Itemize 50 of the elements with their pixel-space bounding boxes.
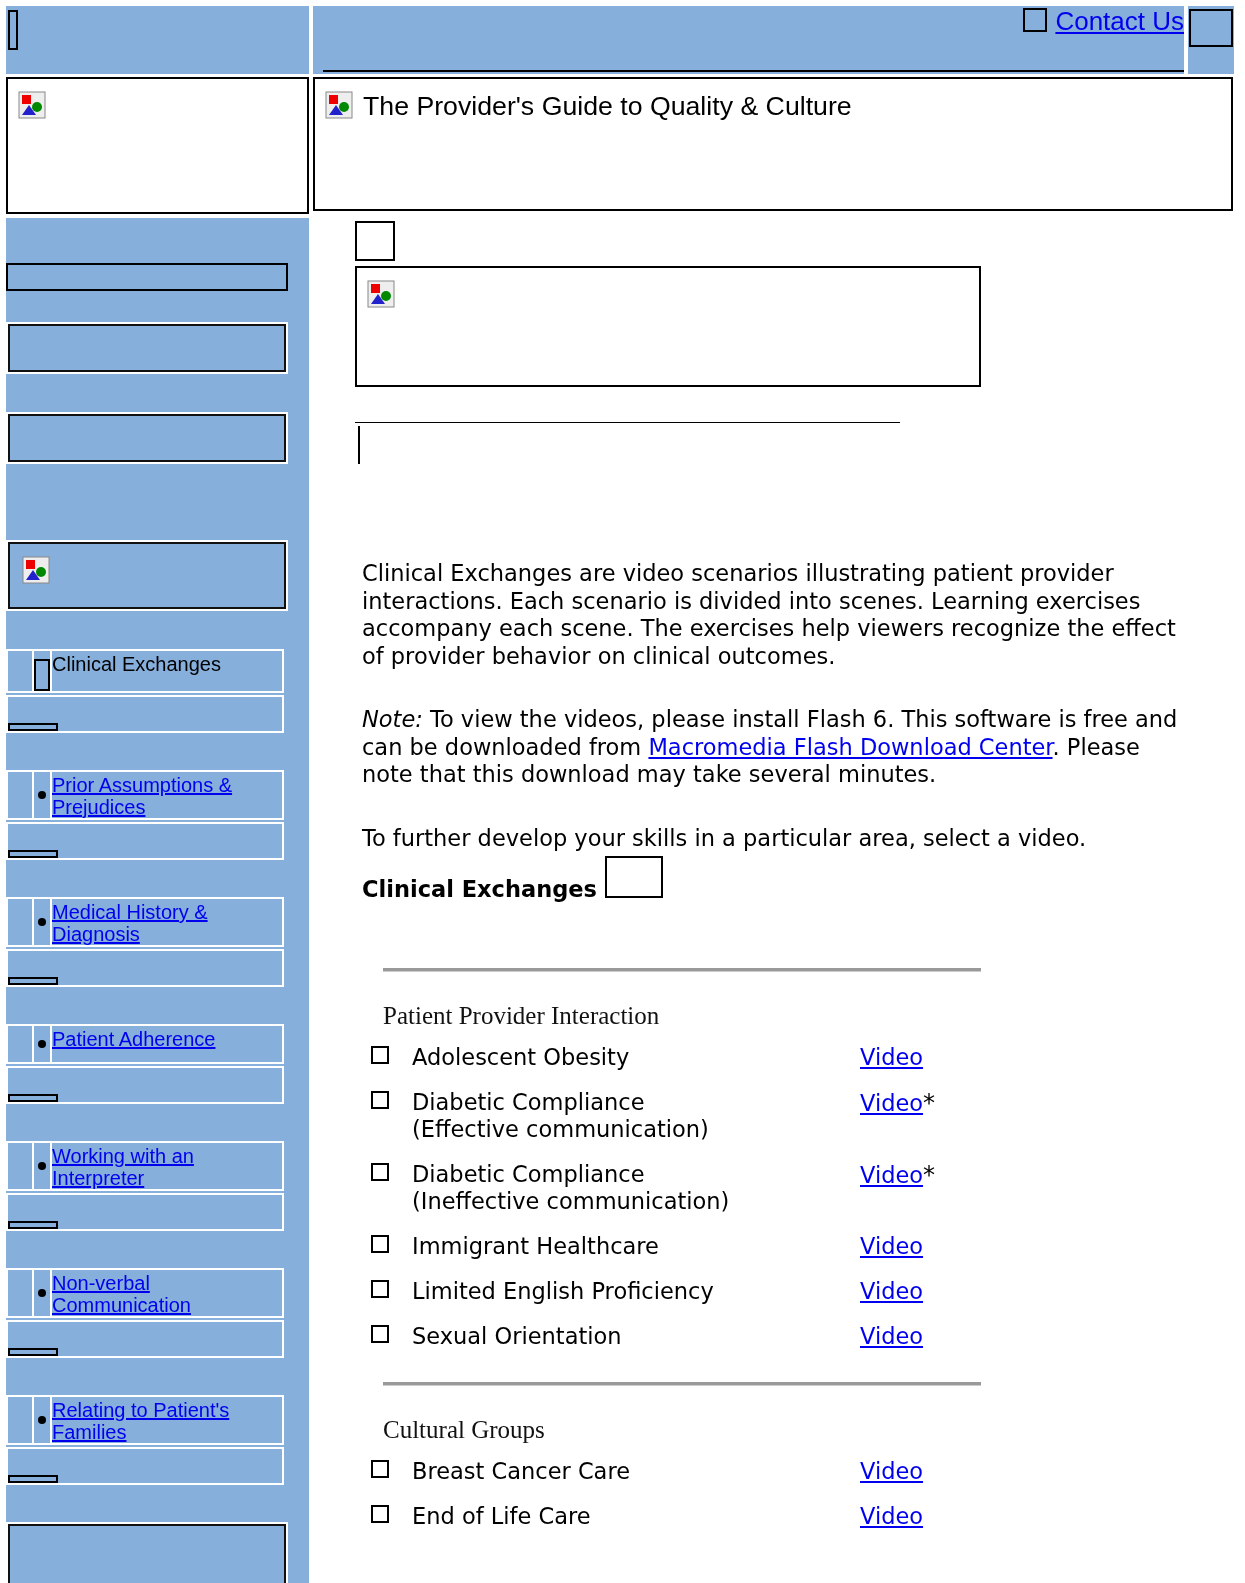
video-title: Diabetic Compliance (Effective communication)	[412, 1089, 710, 1143]
video-link[interactable]: Video	[860, 1090, 924, 1116]
video-title: Breast Cancer Care	[412, 1458, 631, 1485]
video-title: Diabetic Compliance (Ineffective communication)	[412, 1161, 731, 1215]
bullet-icon	[38, 791, 46, 799]
video-link[interactable]: Video	[860, 1503, 924, 1529]
note-paragraph: Note: To view the videos, please install Flash 6. This software is free and can be downloaded from Macromedia Flash Download Center. Please note that this download may take several minutes.	[362, 706, 1179, 789]
checkbox[interactable]	[371, 1163, 389, 1181]
nav-cell	[8, 899, 32, 945]
bullet-icon	[38, 918, 46, 926]
bullet-icon	[38, 1416, 46, 1424]
video-link[interactable]: Video	[860, 1233, 924, 1259]
video-link[interactable]: Video	[860, 1323, 924, 1349]
video-title: Immigrant Healthcare	[412, 1233, 660, 1260]
checkbox[interactable]	[371, 1235, 389, 1253]
footnote-mark: *	[923, 1161, 936, 1189]
nav-cell	[8, 772, 32, 818]
bullet-icon	[38, 1289, 46, 1297]
contact-link[interactable]: Contact Us	[1055, 6, 1184, 37]
intro-paragraph: Clinical Exchanges are video scenarios illustrating patient provider interactions. Each scenario is divided into scenes. Learning exercises accompany each scene. The exercises help viewers recognize the effect of provider behavior on clinical outcomes.	[362, 560, 1177, 670]
video-title: End of Life Care	[412, 1503, 592, 1530]
group-heading: Patient Provider Interaction	[383, 1002, 661, 1030]
bullet-icon	[38, 1040, 46, 1048]
checkbox[interactable]	[371, 1091, 389, 1109]
bullet-icon	[38, 1162, 46, 1170]
checkbox[interactable]	[371, 1280, 389, 1298]
nav-label: Clinical Exchanges	[52, 651, 282, 691]
video-title: Adolescent Obesity	[412, 1044, 631, 1071]
footnote-mark: *	[923, 1089, 936, 1117]
nav-cell	[8, 1143, 32, 1189]
checkbox[interactable]	[371, 1505, 389, 1523]
video-title: Sexual Orientation	[412, 1323, 623, 1350]
checkbox[interactable]	[371, 1460, 389, 1478]
video-link[interactable]: Video	[860, 1458, 924, 1484]
video-link[interactable]: Video	[860, 1044, 924, 1070]
video-title: Limited English Proficiency	[412, 1278, 715, 1305]
nav-cell	[8, 651, 32, 691]
instruction-text: To further develop your skills in a particular area, select a video.	[362, 824, 1088, 852]
section-heading: Clinical Exchanges	[362, 876, 597, 902]
checkbox[interactable]	[371, 1325, 389, 1343]
group-heading: Cultural Groups	[383, 1416, 546, 1444]
download-link[interactable]: Macromedia Flash Download Center	[648, 733, 1053, 760]
text-cursor	[358, 426, 360, 464]
nav-cell	[8, 1397, 32, 1443]
nav-cell	[8, 1026, 32, 1062]
nav-cell	[8, 1270, 32, 1316]
checkbox[interactable]	[371, 1046, 389, 1064]
video-link[interactable]: Video	[860, 1162, 924, 1188]
video-link[interactable]: Video	[860, 1278, 924, 1304]
page-title: The Provider's Guide to Quality & Culture	[363, 91, 852, 121]
